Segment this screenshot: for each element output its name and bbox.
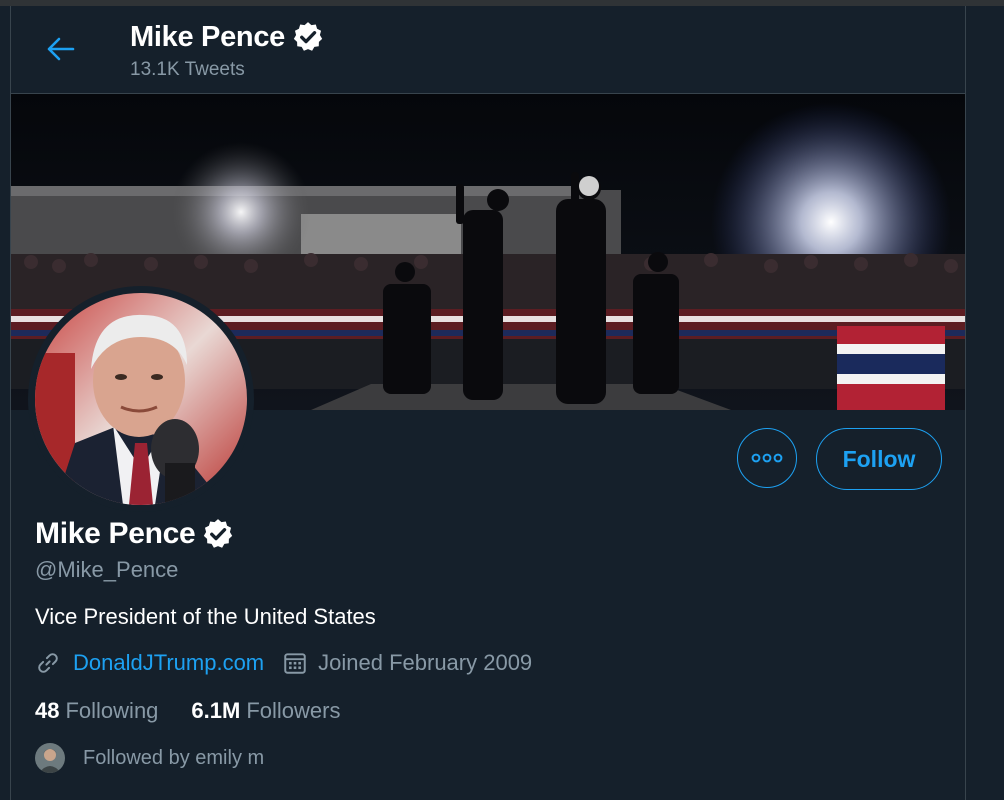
- column-border-right: [965, 6, 966, 800]
- website-link[interactable]: DonaldJTrump.com: [73, 650, 264, 676]
- tweet-count: 13.1K Tweets: [130, 59, 245, 80]
- profile-bio: Vice President of the United States: [35, 604, 376, 629]
- followed-by-text: Followed by emily m: [83, 746, 265, 769]
- joined-date: Joined February 2009: [318, 650, 533, 675]
- arrow-left-icon: [47, 37, 75, 61]
- follower-avatar: [35, 743, 65, 773]
- following-label: Following: [65, 698, 159, 723]
- profile-name-row: Mike Pence: [35, 517, 235, 551]
- profile-header: Mike Pence 13.1K Tweets: [11, 6, 965, 93]
- verified-badge-icon: [293, 22, 323, 51]
- link-icon: [38, 653, 58, 673]
- calendar-icon: [284, 653, 306, 674]
- back-button[interactable]: [41, 33, 81, 65]
- verified-badge-icon: [204, 519, 233, 548]
- followers-stat[interactable]: 6.1M Followers: [191, 698, 340, 724]
- followers-count: 6.1M: [191, 698, 241, 723]
- more-options-button[interactable]: [737, 428, 797, 488]
- header-name: Mike Pence: [130, 20, 285, 53]
- profile-name: Mike Pence: [35, 517, 196, 550]
- follow-stats: 48 Following 6.1M Followers: [35, 698, 340, 724]
- following-count: 48: [35, 698, 60, 723]
- profile-handle: @Mike_Pence: [35, 557, 179, 582]
- followers-label: Followers: [246, 698, 341, 723]
- header-name-row: Mike Pence: [130, 20, 325, 54]
- profile-avatar[interactable]: [28, 286, 254, 512]
- followed-by-row[interactable]: Followed by emily m: [35, 743, 264, 773]
- more-horizontal-icon: [751, 453, 783, 463]
- profile-meta: DonaldJTrump.com Joined February 2009: [35, 650, 532, 676]
- following-stat[interactable]: 48 Following: [35, 698, 158, 724]
- follow-button[interactable]: Follow: [816, 428, 942, 490]
